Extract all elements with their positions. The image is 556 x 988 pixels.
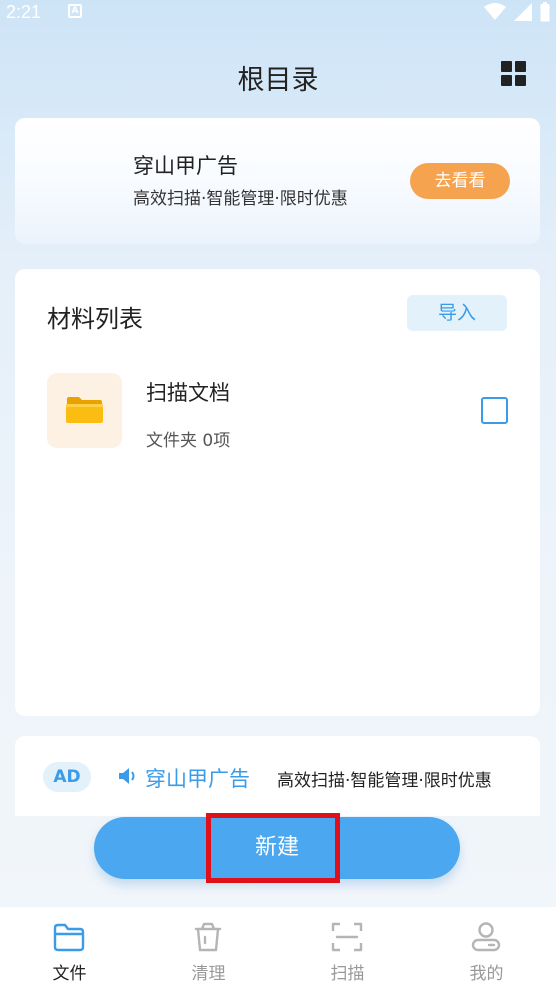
ad-banner-subtitle: 高效扫描·智能管理·限时优惠	[133, 189, 348, 209]
import-button[interactable]: 导入	[407, 295, 507, 331]
ad-badge: AD	[43, 762, 91, 792]
speaker-icon	[119, 768, 135, 784]
select-checkbox[interactable]	[481, 397, 508, 424]
ad-strip[interactable]: AD 穿山甲广告 高效扫描·智能管理·限时优惠	[15, 736, 540, 816]
tab-profile-label: 我的	[469, 964, 504, 984]
tab-clean[interactable]: 清理	[139, 907, 278, 988]
title-bar: 根目录	[0, 44, 556, 104]
status-icons	[484, 2, 550, 22]
scan-icon	[331, 922, 363, 952]
tab-profile[interactable]: 我的	[417, 907, 556, 988]
list-item[interactable]: 扫描文档 文件夹 0项	[47, 373, 517, 451]
folder-icon	[53, 923, 85, 952]
tab-files-label: 文件	[52, 964, 87, 984]
materials-heading: 材料列表	[47, 305, 143, 333]
ad-view-button[interactable]: 去看看	[410, 163, 510, 199]
folder-thumbnail	[47, 373, 122, 448]
tab-clean-label: 清理	[191, 964, 226, 984]
tab-files[interactable]: 文件	[0, 907, 139, 988]
battery-icon	[540, 2, 550, 22]
grid-icon[interactable]	[500, 60, 528, 88]
ad-strip-slogan: 高效扫描·智能管理·限时优惠	[277, 771, 492, 791]
trash-icon	[194, 922, 222, 952]
materials-panel: 材料列表 导入 扫描文档 文件夹 0项	[15, 269, 540, 716]
ad-banner-title: 穿山甲广告	[133, 154, 238, 178]
notification-icon: A	[68, 4, 82, 18]
ad-banner[interactable]: 穿山甲广告 高效扫描·智能管理·限时优惠 去看看	[15, 118, 540, 244]
ad-strip-name: 穿山甲广告	[145, 767, 250, 791]
wifi-icon	[484, 3, 506, 20]
tab-scan-label: 扫描	[330, 964, 365, 984]
status-time: 2:21	[6, 2, 42, 22]
folder-icon	[66, 397, 103, 423]
folder-name: 扫描文档	[146, 381, 230, 405]
status-bar: 2:21 A	[0, 0, 556, 24]
user-icon	[471, 922, 501, 952]
tab-scan[interactable]: 扫描	[278, 907, 417, 988]
folder-meta: 文件夹 0项	[146, 431, 231, 451]
signal-icon	[514, 3, 532, 21]
new-button[interactable]: 新建	[94, 817, 460, 879]
bottom-nav: 文件 清理 扫描 我的	[0, 907, 556, 988]
page-title: 根目录	[237, 65, 319, 96]
